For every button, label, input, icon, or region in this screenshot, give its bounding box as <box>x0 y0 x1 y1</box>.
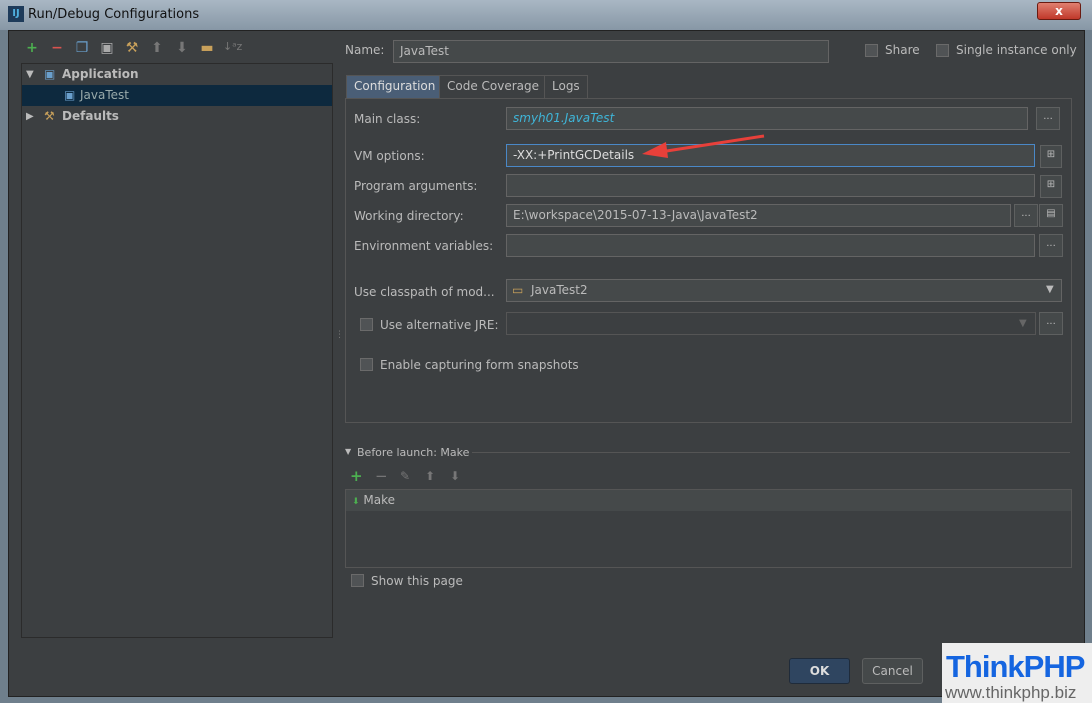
program-arguments-label: Program arguments: <box>354 179 478 193</box>
program-arguments-input[interactable] <box>506 174 1035 197</box>
plus-icon[interactable]: + <box>23 40 41 56</box>
close-button[interactable]: x <box>1037 2 1081 20</box>
alternative-jre-checkbox[interactable] <box>360 318 373 331</box>
divider <box>472 452 1070 453</box>
window-title: Run/Debug Configurations <box>28 7 200 22</box>
form-snapshots-checkbox[interactable] <box>360 358 373 371</box>
browse-button[interactable]: ... <box>1039 312 1063 335</box>
copy-icon[interactable]: ❐ <box>73 40 91 56</box>
show-page-label: Show this page <box>371 574 463 588</box>
sort-icon[interactable]: ↓ᵃz <box>223 40 242 53</box>
form-snapshots-label: Enable capturing form snapshots <box>380 358 579 372</box>
collapse-icon[interactable]: ▼ <box>345 447 351 456</box>
alternative-jre-select[interactable] <box>506 312 1036 335</box>
config-tree: ▼ ▣ Application ▣ JavaTest ▶ ⚒ Defaults <box>21 63 333 638</box>
make-label: Make <box>363 493 395 507</box>
tab-code-coverage[interactable]: Code Coverage <box>439 75 548 98</box>
tree-item-javatest[interactable]: ▣ JavaTest <box>22 85 332 106</box>
module-folder-icon: ▭ <box>512 283 524 297</box>
before-launch-title: Before launch: Make <box>357 446 470 459</box>
browse-button[interactable]: ... <box>1039 234 1063 257</box>
application-icon: ▣ <box>44 67 56 81</box>
wrench-icon[interactable]: ⚒ <box>123 40 141 56</box>
application-icon: ▣ <box>64 88 76 102</box>
main-class-label: Main class: <box>354 112 421 126</box>
tree-item-defaults[interactable]: ▶ ⚒ Defaults <box>22 106 332 127</box>
main-class-input[interactable]: smyh01.JavaTest <box>506 107 1028 130</box>
save-icon[interactable]: ▣ <box>98 40 116 56</box>
title-bar: IJ Run/Debug Configurations x <box>0 0 1092 30</box>
plus-icon[interactable]: + <box>350 467 363 485</box>
minus-icon[interactable]: − <box>375 467 388 485</box>
tab-configuration[interactable]: Configuration <box>346 75 444 98</box>
share-label: Share <box>885 43 920 57</box>
classpath-select[interactable]: JavaTest2 <box>506 279 1062 302</box>
macro-icon[interactable]: ▤ <box>1039 204 1063 227</box>
watermark-logo: ThinkPHP <box>946 649 1085 684</box>
expand-icon[interactable]: ⊞ <box>1040 145 1062 168</box>
vm-options-label: VM options: <box>354 149 425 163</box>
tab-logs[interactable]: Logs <box>544 75 588 98</box>
vm-options-input[interactable]: -XX:+PrintGCDetails <box>506 144 1035 167</box>
environment-variables-label: Environment variables: <box>354 239 494 253</box>
browse-button[interactable]: ... <box>1036 107 1060 130</box>
watermark: ThinkPHP www.thinkphp.biz <box>942 643 1092 703</box>
list-item[interactable]: ⬇ Make <box>346 490 1071 511</box>
annotation-arrow <box>642 134 765 158</box>
intellij-icon: IJ <box>8 6 24 22</box>
environment-variables-input[interactable] <box>506 234 1035 257</box>
chevron-down-icon[interactable]: ▼ <box>1019 318 1027 329</box>
edit-icon[interactable]: ✎ <box>400 469 410 483</box>
folder-icon[interactable]: ▬ <box>198 40 216 56</box>
expand-right-icon[interactable]: ▶ <box>26 106 34 127</box>
ok-button[interactable]: OK <box>789 658 850 684</box>
arrow-up-icon[interactable]: ⬆ <box>148 40 166 56</box>
single-instance-checkbox[interactable] <box>936 44 949 57</box>
alternative-jre-label: Use alternative JRE: <box>380 318 499 332</box>
classpath-label: Use classpath of mod... <box>354 285 495 299</box>
make-icon: ⬇ <box>352 497 360 507</box>
browse-button[interactable]: ... <box>1014 204 1038 227</box>
wrench-icon: ⚒ <box>44 109 55 123</box>
splitter-handle[interactable]: ⋮ <box>335 330 344 340</box>
working-directory-label: Working directory: <box>354 209 464 223</box>
name-label: Name: <box>345 43 385 57</box>
minus-icon[interactable]: − <box>48 40 66 56</box>
arrow-down-icon[interactable]: ⬇ <box>450 469 460 483</box>
show-page-checkbox[interactable] <box>351 574 364 587</box>
before-launch-list: ⬇ Make <box>345 489 1072 568</box>
chevron-down-icon[interactable]: ▼ <box>1046 284 1054 295</box>
arrow-down-icon[interactable]: ⬇ <box>173 40 191 56</box>
share-checkbox[interactable] <box>865 44 878 57</box>
working-directory-input[interactable]: E:\workspace\2015-07-13-Java\JavaTest2 <box>506 204 1011 227</box>
single-instance-label: Single instance only <box>956 43 1077 57</box>
expand-down-icon[interactable]: ▼ <box>26 64 34 85</box>
name-input[interactable]: JavaTest <box>393 40 829 63</box>
arrow-up-icon[interactable]: ⬆ <box>425 469 435 483</box>
watermark-url: www.thinkphp.biz <box>945 683 1077 702</box>
expand-icon[interactable]: ⊞ <box>1040 175 1062 198</box>
tree-item-application[interactable]: ▼ ▣ Application <box>22 64 332 85</box>
cancel-button[interactable]: Cancel <box>862 658 923 684</box>
